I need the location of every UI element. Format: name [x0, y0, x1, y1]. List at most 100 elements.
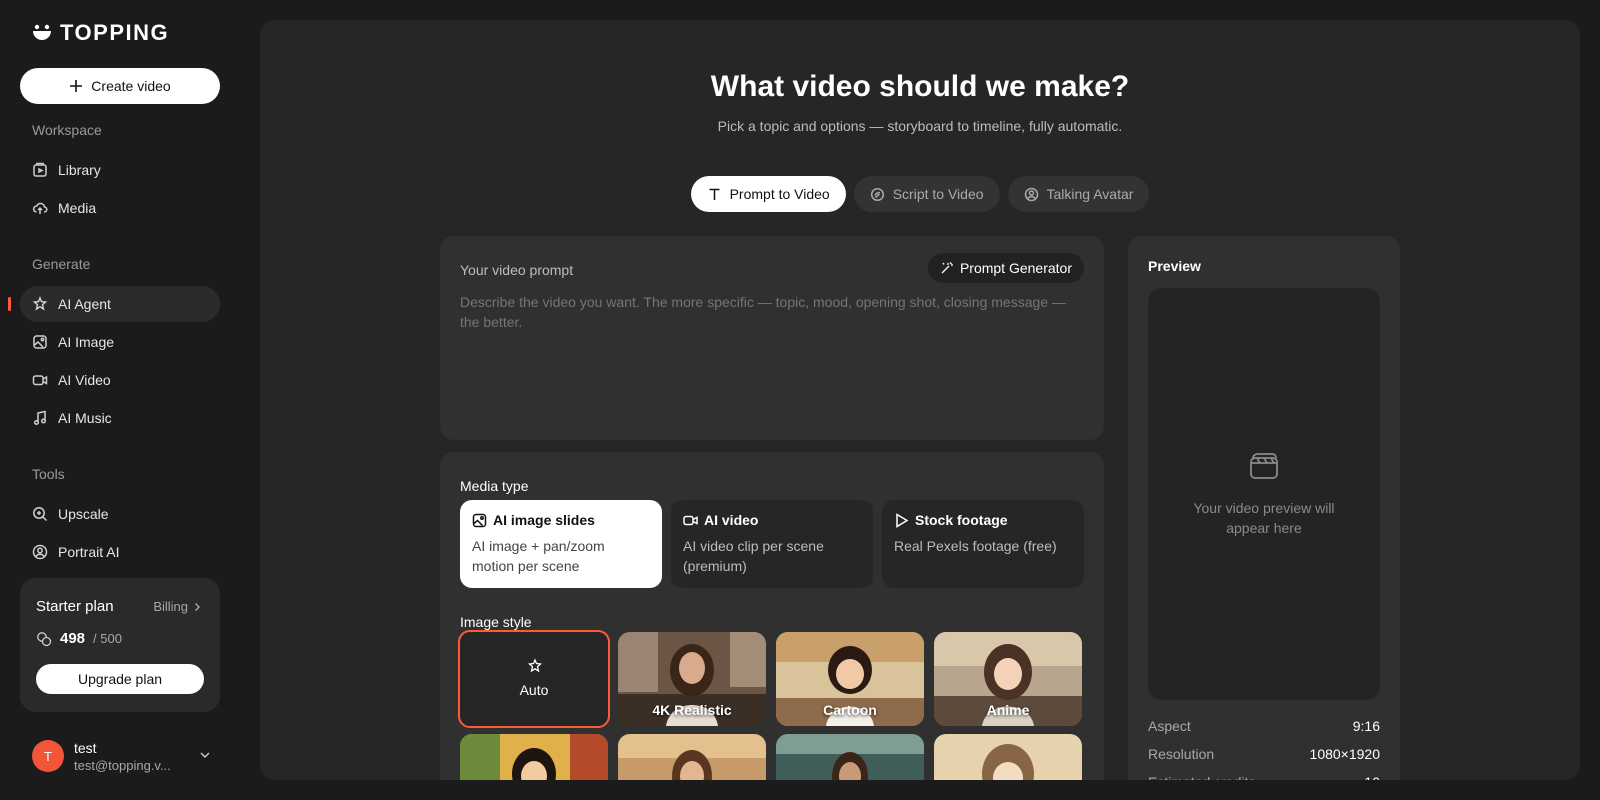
sidebar-item-portrait-ai[interactable]: Portrait AI	[20, 534, 220, 570]
style-option-cinematic[interactable]	[776, 734, 924, 780]
prompt-label: Your video prompt	[460, 262, 574, 278]
user-name: test	[74, 739, 97, 756]
user-menu[interactable]: T test test@topping.v...	[32, 734, 212, 778]
text-icon	[709, 188, 720, 200]
sidebar-item-label: AI Video	[58, 372, 111, 388]
video-icon	[683, 515, 698, 525]
create-video-label: Create video	[91, 78, 171, 94]
media-option-ai-video[interactable]: AI video AI video clip per scene (premiu…	[671, 500, 873, 588]
painting-thumbnail	[618, 734, 766, 780]
sidebar-item-upscale[interactable]: Upscale	[20, 496, 220, 532]
spec-row-aspect: Aspect 9:16	[1148, 718, 1380, 734]
create-video-button[interactable]: Create video	[20, 68, 220, 104]
tab-label: Prompt to Video	[729, 186, 830, 202]
chevron-down-icon	[200, 752, 210, 758]
cinematic-thumbnail	[776, 734, 924, 780]
preview-title: Preview	[1148, 258, 1201, 274]
spec-row-credits: Estimated credits 10	[1148, 774, 1380, 780]
sidebar: TOPPING Create video Workspace Library M…	[0, 0, 240, 800]
style-option-storybook[interactable]	[460, 734, 608, 780]
chevron-right-icon	[195, 602, 200, 611]
style-option-label: Cartoon	[823, 702, 877, 718]
media-type-label: Media type	[460, 478, 529, 494]
media-option-desc: AI image + pan/zoom motion per scene	[472, 538, 605, 574]
video-icon	[32, 375, 48, 386]
preview-empty-text: Your video preview will appear here	[1193, 500, 1335, 536]
sidebar-item-ai-agent[interactable]: AI Agent	[20, 286, 220, 322]
spec-value: 9:16	[1352, 718, 1380, 734]
prompt-generator-button[interactable]: Prompt Generator	[927, 253, 1084, 283]
style-option-sketch[interactable]	[934, 734, 1082, 780]
plus-icon	[70, 80, 83, 92]
spec-key: Resolution	[1148, 746, 1215, 762]
mode-tabs: Prompt to Video Script to Video Talking …	[260, 176, 1580, 212]
style-option-label: Anime	[986, 702, 1030, 718]
image-icon	[472, 513, 487, 527]
spec-value: 1080×1920	[1309, 746, 1380, 762]
coins-icon	[37, 631, 52, 646]
sparkle-icon	[32, 296, 48, 311]
section-tools: Tools	[32, 466, 65, 482]
credits-total: / 500	[93, 631, 122, 646]
sidebar-item-label: Library	[58, 162, 101, 178]
plan-card: Starter plan Billing 498 / 500 Upgrade p…	[20, 578, 220, 712]
sidebar-item-ai-image[interactable]: AI Image	[20, 324, 220, 360]
style-option-auto[interactable]: Auto	[458, 630, 610, 728]
sketch-thumbnail	[934, 734, 1082, 780]
play-icon	[896, 512, 909, 528]
media-option-title-row: Stock footage	[894, 512, 1072, 528]
options-card: Media type AI image slides AI image + pa…	[440, 452, 1104, 780]
media-option-stock-footage[interactable]: Stock footage Real Pexels footage (free)	[882, 500, 1084, 588]
tab-label: Talking Avatar	[1046, 186, 1134, 202]
page-subtitle: Pick a topic and options — storyboard to…	[717, 118, 1123, 134]
style-option-cartoon[interactable]: Cartoon	[776, 632, 924, 726]
style-option-anime[interactable]: Anime	[934, 632, 1082, 726]
user-circle-icon	[1024, 187, 1038, 201]
brand-name: TOPPING	[60, 20, 170, 45]
spec-key: Estimated credits	[1148, 774, 1255, 780]
brand-logo[interactable]: TOPPING	[32, 20, 169, 46]
user-info: test test@topping.v...	[74, 740, 171, 773]
sidebar-item-label: Media	[58, 200, 97, 216]
sidebar-item-ai-music[interactable]: AI Music	[20, 400, 220, 436]
tab-prompt-to-video[interactable]: Prompt to Video	[690, 176, 846, 212]
preview-card: Preview Your video preview will appear h…	[1128, 236, 1400, 780]
cloud-icon	[32, 202, 48, 214]
media-option-ai-image-slides[interactable]: AI image slides AI image + pan/zoom moti…	[460, 500, 662, 588]
clapperboard-icon	[1250, 453, 1278, 479]
style-option-4k-realistic[interactable]: 4K Realistic	[618, 632, 766, 726]
spec-value: 10	[1364, 774, 1380, 780]
prompt-generator-label: Prompt Generator	[959, 260, 1072, 276]
main-panel: What video should we make? Pick a topic …	[260, 20, 1580, 780]
sidebar-item-ai-video[interactable]: AI Video	[20, 362, 220, 398]
upgrade-plan-button[interactable]: Upgrade plan	[36, 664, 204, 694]
sidebar-item-label: AI Agent	[58, 296, 111, 312]
magic-wand-icon	[941, 262, 953, 274]
zoom-icon	[33, 507, 48, 522]
sidebar-item-label: Upscale	[58, 506, 109, 522]
sidebar-item-library[interactable]: Library	[20, 152, 220, 188]
image-style-label: Image style	[460, 614, 532, 630]
tab-script-to-video[interactable]: Script to Video	[853, 176, 1000, 212]
script-icon	[870, 187, 884, 201]
section-generate: Generate	[32, 256, 91, 272]
prompt-input[interactable]	[460, 292, 1084, 372]
preview-frame: Your video preview will appear here	[1148, 288, 1380, 700]
tab-label: Script to Video	[892, 186, 984, 202]
sidebar-item-label: AI Image	[58, 334, 115, 350]
style-option-label: 4K Realistic	[652, 702, 732, 718]
tab-talking-avatar[interactable]: Talking Avatar	[1007, 176, 1150, 212]
billing-label: Billing	[153, 599, 188, 614]
sidebar-item-media[interactable]: Media	[20, 190, 220, 226]
credits-used: 498	[60, 630, 86, 647]
sidebar-item-label: AI Music	[58, 410, 112, 426]
billing-link[interactable]: Billing	[153, 599, 202, 614]
media-option-title: AI video	[704, 512, 759, 528]
style-option-label: Auto	[519, 682, 549, 698]
style-option-painting[interactable]	[618, 734, 766, 780]
sparkle-icon	[528, 658, 542, 673]
page-title: What video should we make?	[710, 70, 1130, 103]
active-indicator	[8, 297, 11, 311]
sidebar-item-label: Portrait AI	[58, 544, 120, 560]
spec-key: Aspect	[1148, 718, 1191, 734]
